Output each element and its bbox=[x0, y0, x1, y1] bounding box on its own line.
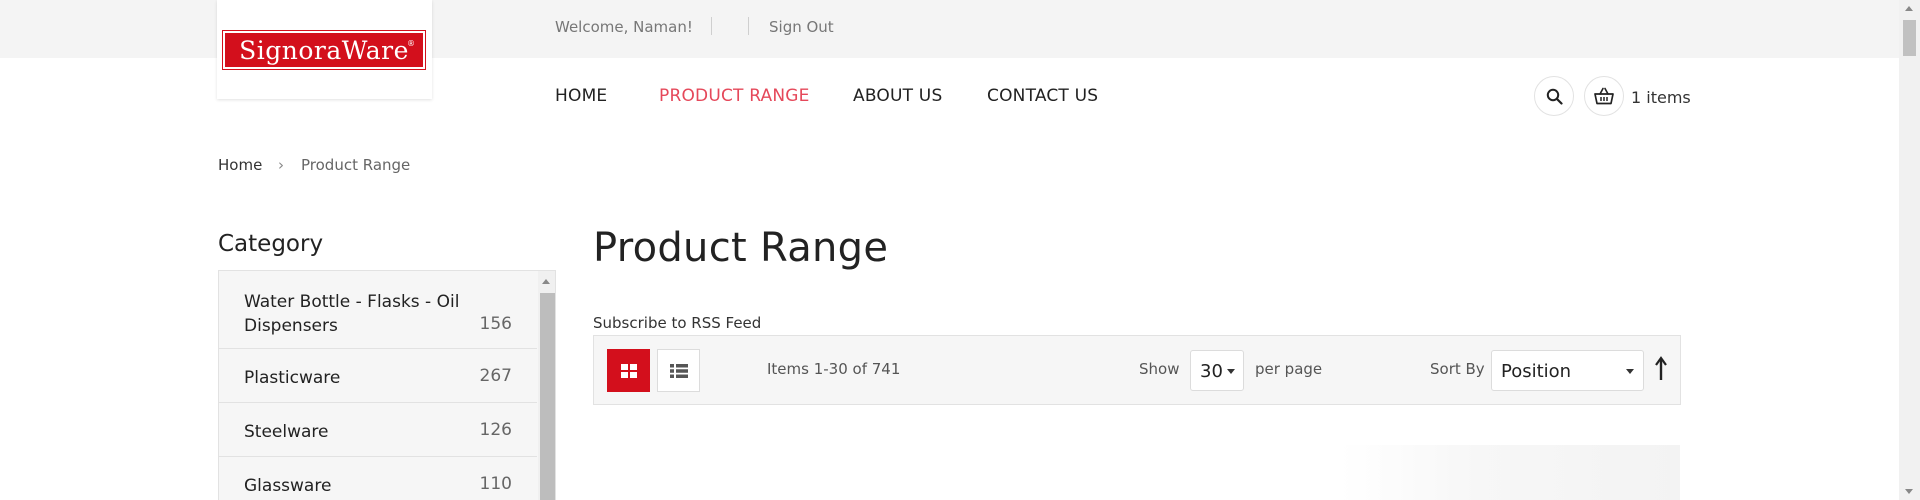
basket-icon bbox=[1594, 87, 1614, 105]
category-item-plasticware[interactable]: Plasticware 267 bbox=[219, 349, 537, 403]
logo-registered-mark: ® bbox=[407, 39, 415, 48]
category-name: Glassware bbox=[244, 476, 332, 496]
grid-view-icon bbox=[620, 363, 637, 378]
search-icon bbox=[1546, 88, 1563, 105]
sort-value: Position bbox=[1501, 361, 1572, 382]
chevron-down-icon bbox=[1227, 369, 1235, 374]
category-name: Water Bottle - Flasks - Oil Dispensers bbox=[244, 292, 460, 336]
breadcrumb-home[interactable]: Home bbox=[218, 156, 262, 174]
category-scrollbar[interactable] bbox=[538, 271, 555, 500]
category-count: 267 bbox=[479, 366, 512, 386]
per-page-label: per page bbox=[1255, 360, 1323, 378]
logo[interactable]: SignoraWare ® bbox=[222, 30, 426, 70]
category-count: 126 bbox=[479, 420, 512, 440]
category-name: Plasticware bbox=[244, 368, 341, 388]
breadcrumb-current: Product Range bbox=[301, 156, 411, 174]
category-count: 156 bbox=[479, 314, 512, 334]
category-panel: Water Bottle - Flasks - Oil Dispensers 1… bbox=[218, 270, 556, 500]
welcome-message: Welcome, Naman! bbox=[555, 18, 693, 36]
sign-out-link[interactable]: Sign Out bbox=[769, 18, 834, 36]
sort-by-label: Sort By bbox=[1430, 360, 1485, 378]
breadcrumb-separator: › bbox=[278, 156, 284, 174]
category-name: Steelware bbox=[244, 422, 329, 442]
limiter-select[interactable]: 30 bbox=[1190, 350, 1244, 391]
top-bar-divider bbox=[711, 17, 712, 35]
scroll-down-arrow-icon[interactable] bbox=[1905, 489, 1913, 494]
list-view-icon bbox=[669, 363, 688, 378]
category-count: 110 bbox=[479, 474, 512, 494]
chevron-down-icon bbox=[1626, 369, 1634, 374]
sort-select[interactable]: Position bbox=[1491, 350, 1644, 391]
category-title: Category bbox=[218, 231, 324, 257]
search-button[interactable] bbox=[1534, 76, 1574, 116]
scroll-up-arrow-icon[interactable] bbox=[1905, 6, 1913, 11]
rss-feed-link[interactable]: Subscribe to RSS Feed bbox=[593, 314, 761, 332]
category-item-glassware[interactable]: Glassware 110 bbox=[219, 457, 537, 500]
nav-about-us[interactable]: ABOUT US bbox=[853, 86, 942, 106]
category-scrollbar-thumb[interactable] bbox=[540, 293, 555, 500]
show-label: Show bbox=[1139, 360, 1180, 378]
page-scrollbar[interactable] bbox=[1899, 0, 1920, 500]
top-bar-divider bbox=[748, 17, 749, 35]
cart-count[interactable]: 1 items bbox=[1631, 88, 1691, 107]
product-image-placeholder bbox=[1340, 445, 1680, 500]
items-count: Items 1-30 of 741 bbox=[767, 360, 901, 378]
logo-text: SignoraWare bbox=[239, 35, 409, 65]
page-scrollbar-thumb[interactable] bbox=[1903, 20, 1916, 56]
nav-product-range[interactable]: PRODUCT RANGE bbox=[659, 86, 810, 106]
cart-button[interactable] bbox=[1584, 76, 1624, 116]
nav-contact-us[interactable]: CONTACT US bbox=[987, 86, 1098, 106]
arrow-up-icon[interactable] bbox=[1654, 356, 1668, 382]
products-toolbar: Items 1-30 of 741 Show 30 per page Sort … bbox=[593, 335, 1681, 405]
page-title: Product Range bbox=[593, 225, 889, 271]
limiter-value: 30 bbox=[1200, 361, 1223, 382]
logo-container[interactable]: SignoraWare ® bbox=[217, 0, 432, 99]
category-item-steelware[interactable]: Steelware 126 bbox=[219, 403, 537, 457]
scroll-up-arrow-icon[interactable] bbox=[542, 279, 550, 284]
nav-home[interactable]: HOME bbox=[555, 86, 607, 106]
grid-view-button[interactable] bbox=[607, 349, 650, 392]
category-item-water-bottle[interactable]: Water Bottle - Flasks - Oil Dispensers 1… bbox=[219, 271, 537, 349]
list-view-button[interactable] bbox=[657, 349, 700, 392]
category-list: Water Bottle - Flasks - Oil Dispensers 1… bbox=[219, 271, 537, 500]
